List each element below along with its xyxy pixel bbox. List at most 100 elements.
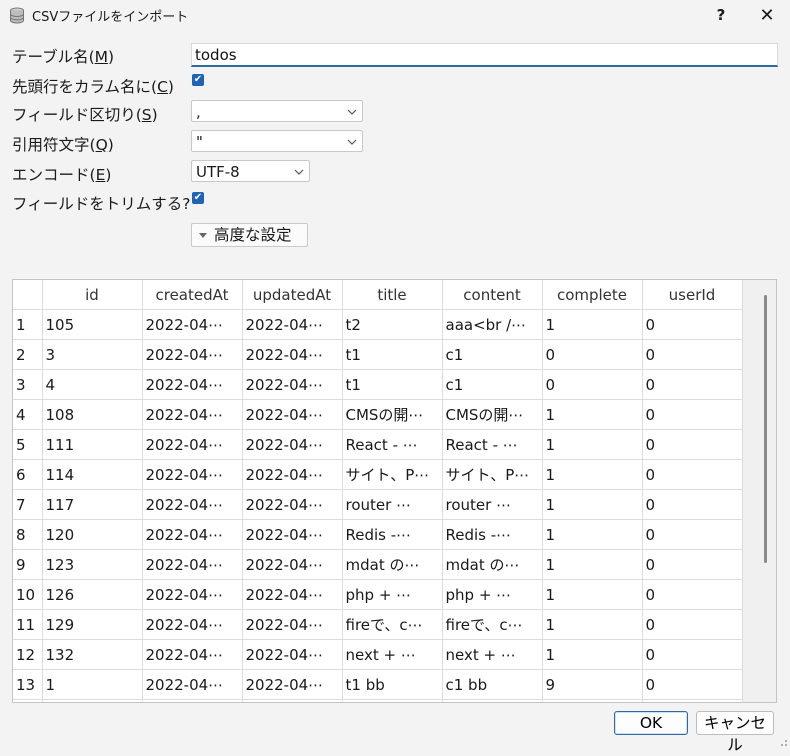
- table-cell[interactable]: 123: [42, 549, 143, 580]
- table-cell[interactable]: CMSの開⋯: [342, 399, 443, 430]
- table-cell[interactable]: 120: [42, 519, 143, 550]
- column-header[interactable]: userId: [642, 280, 743, 310]
- table-cell[interactable]: 105: [42, 309, 143, 340]
- table-cell[interactable]: 1: [542, 579, 643, 610]
- encoding-select[interactable]: UTF-8: [191, 160, 310, 182]
- table-cell[interactable]: 0: [642, 369, 743, 400]
- table-cell[interactable]: 2022-04⋯: [242, 639, 343, 670]
- table-cell[interactable]: サイト、P⋯: [442, 459, 543, 490]
- table-cell[interactable]: 2022-04⋯: [242, 519, 343, 550]
- table-cell[interactable]: 2022-04⋯: [242, 609, 343, 640]
- table-cell[interactable]: サイト、P⋯: [342, 459, 443, 490]
- table-cell[interactable]: 0: [642, 339, 743, 370]
- table-cell[interactable]: 111: [42, 429, 143, 460]
- table-cell[interactable]: t1: [342, 339, 443, 370]
- table-cell[interactable]: 2022-04⋯: [142, 399, 243, 430]
- ok-button[interactable]: OK: [614, 711, 688, 735]
- table-cell[interactable]: 0: [542, 369, 643, 400]
- table-cell[interactable]: mdat の⋯: [442, 549, 543, 580]
- table-cell[interactable]: 2022-04⋯: [142, 429, 243, 460]
- table-cell[interactable]: 2022-04⋯: [242, 669, 343, 700]
- table-cell[interactable]: 2022-04⋯: [142, 639, 243, 670]
- table-cell[interactable]: 2022-04⋯: [242, 309, 343, 340]
- table-cell[interactable]: 2022-04⋯: [142, 669, 243, 700]
- column-header[interactable]: complete: [542, 280, 643, 310]
- trim-checkbox[interactable]: ✔: [192, 192, 204, 204]
- table-cell[interactable]: 1: [42, 669, 143, 700]
- table-cell[interactable]: 0: [642, 309, 743, 340]
- cancel-button[interactable]: キャンセル: [696, 711, 774, 754]
- table-cell[interactable]: 2022-04⋯: [142, 519, 243, 550]
- table-cell[interactable]: 2022-04⋯: [242, 579, 343, 610]
- column-header[interactable]: content: [442, 280, 543, 310]
- resize-grip-icon[interactable]: [776, 735, 788, 747]
- table-cell[interactable]: 2022-04⋯: [242, 339, 343, 370]
- table-cell[interactable]: 0: [642, 579, 743, 610]
- table-cell[interactable]: 4: [42, 369, 143, 400]
- table-cell[interactable]: 1: [542, 519, 643, 550]
- table-cell[interactable]: c1 bb: [442, 669, 543, 700]
- table-cell[interactable]: Redis -⋯: [342, 519, 443, 550]
- table-cell[interactable]: Redis -⋯: [442, 519, 543, 550]
- table-cell[interactable]: 0: [642, 459, 743, 490]
- vertical-scrollbar[interactable]: [764, 295, 767, 563]
- table-cell[interactable]: fireで、c⋯: [442, 609, 543, 640]
- header-row-checkbox[interactable]: ✔: [192, 74, 204, 86]
- column-header[interactable]: id: [42, 280, 143, 310]
- table-cell[interactable]: React - ⋯: [342, 429, 443, 460]
- table-cell[interactable]: 2022-04⋯: [142, 549, 243, 580]
- table-cell[interactable]: 2022-04⋯: [242, 399, 343, 430]
- table-cell[interactable]: t1 bb: [342, 669, 443, 700]
- table-cell[interactable]: 0: [642, 489, 743, 520]
- advanced-settings-button[interactable]: 高度な設定: [191, 223, 308, 247]
- table-cell[interactable]: 129: [42, 609, 143, 640]
- table-cell[interactable]: php + ⋯: [342, 579, 443, 610]
- table-cell[interactable]: router ⋯: [342, 489, 443, 520]
- table-cell[interactable]: 0: [642, 549, 743, 580]
- preview-table[interactable]: id createdAt updatedAt title content complete…: [12, 279, 777, 703]
- table-cell[interactable]: 2022-04⋯: [142, 309, 243, 340]
- table-cell[interactable]: 1: [542, 399, 643, 430]
- table-cell[interactable]: 0: [642, 399, 743, 430]
- table-cell[interactable]: router ⋯: [442, 489, 543, 520]
- table-cell[interactable]: 0: [642, 429, 743, 460]
- table-cell[interactable]: React - ⋯: [442, 429, 543, 460]
- table-cell[interactable]: 2022-04⋯: [242, 459, 343, 490]
- table-cell[interactable]: 2022-04⋯: [142, 369, 243, 400]
- table-cell[interactable]: 0: [642, 519, 743, 550]
- table-cell[interactable]: 0: [542, 339, 643, 370]
- table-cell[interactable]: 2022-04⋯: [242, 489, 343, 520]
- separator-select[interactable]: ,: [191, 100, 363, 122]
- table-cell[interactable]: aaa<br /⋯: [442, 309, 543, 340]
- help-button[interactable]: ?: [706, 0, 736, 31]
- table-cell[interactable]: c1: [442, 369, 543, 400]
- table-cell[interactable]: 117: [42, 489, 143, 520]
- table-cell[interactable]: fireで、c⋯: [342, 609, 443, 640]
- table-cell[interactable]: next + ⋯: [342, 639, 443, 670]
- table-cell[interactable]: 2022-04⋯: [142, 609, 243, 640]
- table-cell[interactable]: 1: [542, 609, 643, 640]
- table-cell[interactable]: 2022-04⋯: [142, 579, 243, 610]
- table-cell[interactable]: 0: [642, 669, 743, 700]
- table-cell[interactable]: 1: [542, 459, 643, 490]
- table-cell[interactable]: CMSの開⋯: [442, 399, 543, 430]
- table-cell[interactable]: next + ⋯: [442, 639, 543, 670]
- table-cell[interactable]: 2022-04⋯: [142, 489, 243, 520]
- table-cell[interactable]: 9: [542, 669, 643, 700]
- table-cell[interactable]: 1: [542, 309, 643, 340]
- table-cell[interactable]: t1: [342, 369, 443, 400]
- table-cell[interactable]: 132: [42, 639, 143, 670]
- table-cell[interactable]: t2: [342, 309, 443, 340]
- table-cell[interactable]: 2022-04⋯: [142, 459, 243, 490]
- table-cell[interactable]: 108: [42, 399, 143, 430]
- table-cell[interactable]: 126: [42, 579, 143, 610]
- table-cell[interactable]: 1: [542, 639, 643, 670]
- table-cell[interactable]: 1: [542, 489, 643, 520]
- table-cell[interactable]: 2022-04⋯: [242, 549, 343, 580]
- column-header[interactable]: updatedAt: [242, 280, 343, 310]
- table-cell[interactable]: 0: [642, 639, 743, 670]
- table-cell[interactable]: 0: [642, 609, 743, 640]
- table-cell[interactable]: 1: [542, 429, 643, 460]
- table-cell[interactable]: 2022-04⋯: [242, 369, 343, 400]
- column-header[interactable]: createdAt: [142, 280, 243, 310]
